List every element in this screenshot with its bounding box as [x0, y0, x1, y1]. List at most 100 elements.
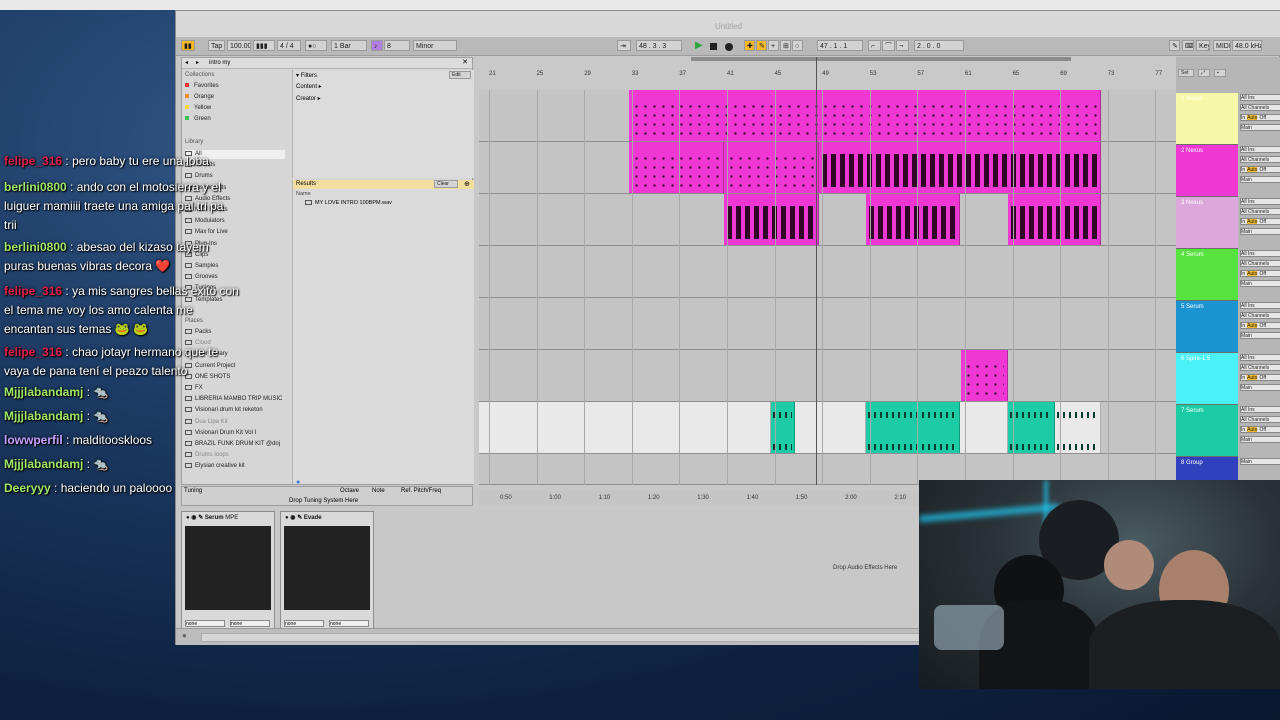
monitor-in-button[interactable]: In — [1241, 167, 1245, 172]
track-monitor-select[interactable]: In Auto Off — [1240, 270, 1280, 277]
monitor-auto-button[interactable]: Auto — [1247, 375, 1258, 380]
position-field[interactable]: 48 . 3 . 3 — [636, 40, 682, 51]
midi-clip[interactable] — [961, 350, 1008, 401]
track-input-select[interactable]: All Ins — [1240, 198, 1280, 205]
track-channel-select[interactable]: All Channels — [1240, 104, 1280, 111]
loop-start-field[interactable]: 47 . 1 . 1 — [817, 40, 863, 51]
track-header[interactable]: 1 Nexus — [1176, 93, 1238, 145]
monitor-auto-button[interactable]: Auto — [1247, 219, 1258, 224]
track-header[interactable]: 4 Serum — [1176, 249, 1238, 301]
punch-in-icon[interactable]: ⌐ — [868, 40, 881, 51]
track-input-select[interactable]: All Ins — [1240, 406, 1280, 413]
collection-item[interactable]: Favorites — [185, 82, 219, 91]
monitor-auto-button[interactable]: Auto — [1247, 427, 1258, 432]
key-map-button[interactable]: Key — [1196, 40, 1210, 51]
track-monitor-select[interactable]: In Auto Off — [1240, 374, 1280, 381]
track-monitor-select[interactable]: In Auto Off — [1240, 322, 1280, 329]
record-icon[interactable] — [725, 43, 733, 51]
serum-left-select[interactable]: none — [185, 620, 225, 627]
track-out-select[interactable]: Main — [1240, 280, 1280, 287]
track-name[interactable]: 1 Nexus — [1181, 96, 1203, 102]
track-input-select[interactable]: All Ins — [1240, 354, 1280, 361]
midi-clip[interactable] — [1055, 402, 1101, 453]
track-out-select[interactable]: Main — [1240, 228, 1280, 235]
track-out-select[interactable]: Main — [1240, 124, 1280, 131]
monitor-off-button[interactable]: Off — [1259, 271, 1266, 276]
track-channel-select[interactable]: All Channels — [1240, 208, 1280, 215]
evade-right-select[interactable]: none — [329, 620, 369, 627]
browser-search[interactable]: ◂ ▸ intro my ✕ — [182, 58, 472, 69]
midi-clip[interactable] — [819, 142, 1101, 193]
clear-search-icon[interactable]: ✕ — [462, 58, 468, 68]
track-name[interactable]: 3 Nexus — [1181, 200, 1203, 206]
midi-clip[interactable] — [629, 142, 724, 193]
creator-filter[interactable]: Creator ▸ — [296, 95, 321, 102]
track-name[interactable]: 7 Serum — [1181, 408, 1204, 414]
result-file-item[interactable]: MY LOVE INTRO 100BPM.wav — [305, 200, 392, 206]
monitor-off-button[interactable]: Off — [1259, 167, 1266, 172]
monitor-in-button[interactable]: In — [1241, 219, 1245, 224]
name-column-header[interactable]: Name — [296, 191, 311, 197]
evade-device[interactable]: ● ◉ ✎ Evade none none — [280, 511, 374, 631]
search-input[interactable]: intro my — [209, 58, 230, 68]
track-channel-select[interactable]: All Channels — [1240, 260, 1280, 267]
monitor-in-button[interactable]: In — [1241, 323, 1245, 328]
fold-icon[interactable]: ⤢ — [1198, 69, 1210, 77]
record-mode-icon[interactable]: ●○ — [305, 40, 327, 51]
track-channel-select[interactable]: All Channels — [1240, 312, 1280, 319]
track-header[interactable]: 7 Serum — [1176, 405, 1238, 457]
tap-button[interactable]: Tap — [208, 40, 225, 51]
track-channel-select[interactable]: All Channels — [1240, 364, 1280, 371]
track-input-select[interactable]: All Ins — [1240, 250, 1280, 257]
track-out-select[interactable]: Main — [1240, 384, 1280, 391]
evade-left-select[interactable]: none — [284, 620, 324, 627]
track-input-select[interactable]: All Ins — [1240, 302, 1280, 309]
monitor-in-button[interactable]: In — [1241, 115, 1245, 120]
filters-label[interactable]: ▾ Filters — [296, 72, 317, 79]
track-name[interactable]: 6 Spire-1.5 — [1181, 356, 1210, 362]
overdub-icon[interactable]: + — [768, 40, 779, 51]
capture-icon[interactable]: ⊞ — [780, 40, 791, 51]
track-out-select[interactable]: Main — [1240, 176, 1280, 183]
bar-ruler[interactable]: 21 25 29 33 37 41 45 49 53 57 61 65 69 73 77 — [479, 57, 1176, 91]
midi-clip[interactable] — [1008, 194, 1101, 245]
lock-icon[interactable]: ▪ — [1214, 69, 1226, 77]
arrangement-view[interactable]: 21 25 29 33 37 41 45 49 53 57 61 65 69 73 77 — [479, 57, 1176, 485]
scale-icon[interactable]: ♪ — [371, 40, 383, 51]
nudge-icon[interactable]: ▮▮▮ — [253, 40, 275, 51]
track-out-select[interactable]: Main — [1240, 458, 1280, 465]
midi-clip[interactable] — [1008, 402, 1055, 453]
monitor-off-button[interactable]: Off — [1259, 375, 1266, 380]
loop-switch-icon[interactable]: ⌒ — [882, 40, 895, 51]
monitor-in-button[interactable]: In — [1241, 427, 1245, 432]
monitor-in-button[interactable]: In — [1241, 271, 1245, 276]
keyboard-icon[interactable]: ⌨ — [1182, 40, 1194, 51]
scale-mode-select[interactable]: Minor — [413, 40, 457, 51]
track-name[interactable]: 4 Serum — [1181, 252, 1204, 258]
forward-icon[interactable]: ▸ — [196, 58, 199, 68]
status-icon[interactable]: ● — [182, 631, 187, 640]
punch-out-icon[interactable]: ¬ — [896, 40, 909, 51]
monitor-off-button[interactable]: Off — [1259, 323, 1266, 328]
track-name[interactable]: 8 Group — [1181, 460, 1203, 466]
collection-item[interactable]: Yellow — [185, 104, 211, 113]
automation-arm-icon[interactable]: ✎ — [756, 40, 767, 51]
track-out-select[interactable]: Main — [1240, 332, 1280, 339]
stop-icon[interactable] — [710, 43, 717, 50]
loop-length-field[interactable]: 2 . 0 . 0 — [914, 40, 964, 51]
midi-clip[interactable] — [724, 142, 819, 193]
track-out-select[interactable]: Main — [1240, 436, 1280, 443]
midi-clip[interactable] — [866, 402, 960, 453]
monitor-off-button[interactable]: Off — [1259, 219, 1266, 224]
track-name[interactable]: 2 Nexus — [1181, 148, 1203, 154]
track-channel-select[interactable]: All Channels — [1240, 416, 1280, 423]
loop-icon[interactable]: ○ — [792, 40, 803, 51]
track-input-select[interactable]: All Ins — [1240, 94, 1280, 101]
serum-right-select[interactable]: none — [230, 620, 270, 627]
set-button[interactable]: Set — [1178, 69, 1194, 77]
track-channel-select[interactable]: All Channels — [1240, 156, 1280, 163]
track-monitor-select[interactable]: In Auto Off — [1240, 218, 1280, 225]
quantize-select[interactable]: 1 Bar — [331, 40, 367, 51]
track-header[interactable]: 6 Spire-1.5 — [1176, 353, 1238, 405]
edit-button[interactable]: Edit — [449, 71, 471, 79]
